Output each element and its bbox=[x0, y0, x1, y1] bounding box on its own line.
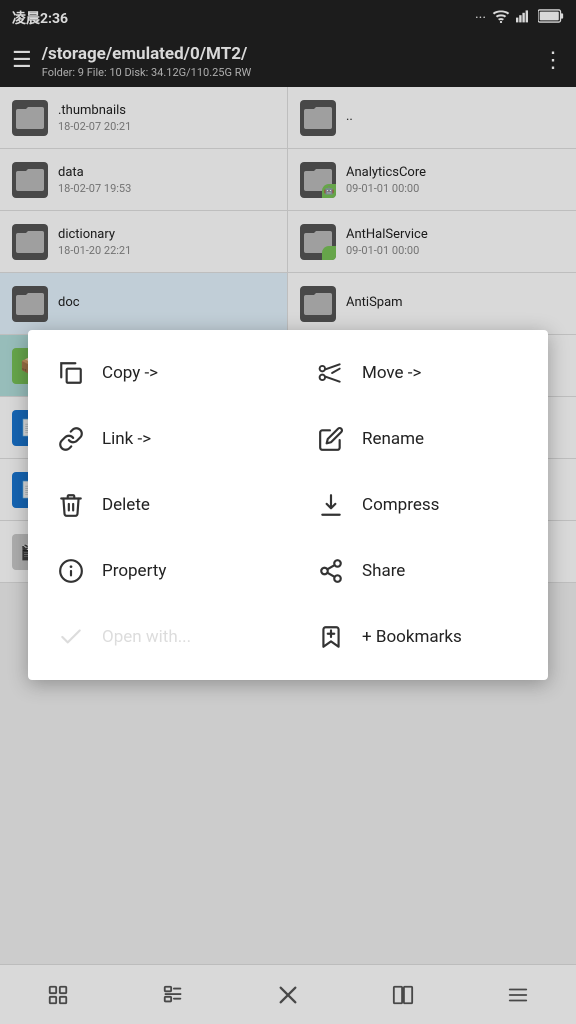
delete-label: Delete bbox=[102, 495, 150, 515]
move-label: Move -> bbox=[362, 363, 421, 383]
property-menu-item[interactable]: Property bbox=[28, 538, 288, 604]
bookmarks-menu-item[interactable]: + Bookmarks bbox=[288, 604, 548, 670]
openwith-menu-item[interactable]: Open with... bbox=[28, 604, 288, 670]
bookmarks-label: + Bookmarks bbox=[362, 627, 462, 647]
copy-menu-item[interactable]: Copy -> bbox=[28, 340, 288, 406]
link-menu-item[interactable]: Link -> bbox=[28, 406, 288, 472]
rename-label: Rename bbox=[362, 429, 424, 449]
openwith-icon bbox=[56, 622, 86, 652]
openwith-label: Open with... bbox=[102, 627, 191, 647]
bookmarks-icon bbox=[316, 622, 346, 652]
delete-menu-item[interactable]: Delete bbox=[28, 472, 288, 538]
compress-label: Compress bbox=[362, 495, 439, 515]
property-icon bbox=[56, 556, 86, 586]
rename-icon bbox=[316, 424, 346, 454]
copy-icon bbox=[56, 358, 86, 388]
delete-icon bbox=[56, 490, 86, 520]
link-label: Link -> bbox=[102, 429, 151, 449]
share-label: Share bbox=[362, 561, 405, 581]
link-icon bbox=[56, 424, 86, 454]
property-label: Property bbox=[102, 561, 166, 581]
menu-items-grid: Copy -> Move -> Link -> bbox=[28, 340, 548, 670]
context-menu: Copy -> Move -> Link -> bbox=[28, 330, 548, 680]
share-menu-item[interactable]: Share bbox=[288, 538, 548, 604]
move-icon bbox=[316, 358, 346, 388]
rename-menu-item[interactable]: Rename bbox=[288, 406, 548, 472]
copy-label: Copy -> bbox=[102, 363, 158, 383]
compress-icon bbox=[316, 490, 346, 520]
move-menu-item[interactable]: Move -> bbox=[288, 340, 548, 406]
share-icon bbox=[316, 556, 346, 586]
compress-menu-item[interactable]: Compress bbox=[288, 472, 548, 538]
